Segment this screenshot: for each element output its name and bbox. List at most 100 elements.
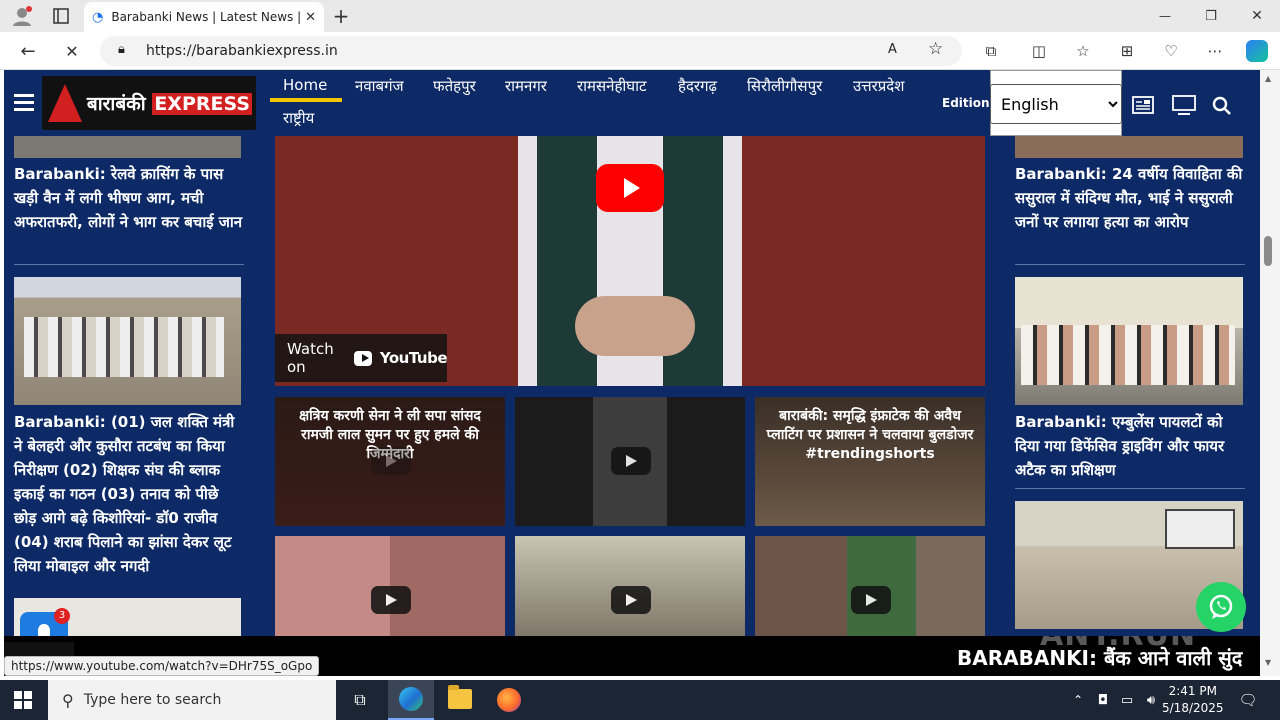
watch-on-youtube-link[interactable]: Watch on YouTube [275, 334, 448, 382]
system-clock[interactable]: 2:41 PM 5/18/2025 [1162, 683, 1224, 717]
scroll-down-arrow-icon[interactable]: ▼ [1265, 658, 1271, 667]
scrollbar-thumb[interactable] [1264, 236, 1272, 266]
youtube-play-button[interactable] [596, 164, 664, 212]
nav-ramsanehighat[interactable]: रामसनेहीघाट [577, 76, 647, 96]
notification-center-icon[interactable]: 🗨︎ [1238, 689, 1258, 711]
divider [1015, 488, 1245, 489]
right-news-title-2[interactable]: Barabanki: एम्बुलेंस पायलटों को दिया गया… [1015, 410, 1247, 482]
collections-icon[interactable]: ⊞ [1116, 40, 1138, 62]
logo-mark-icon [48, 84, 82, 122]
taskbar-search-box[interactable]: ⚲ Type here to search [48, 680, 336, 720]
nav-home[interactable]: Home [283, 76, 327, 94]
copilot-icon[interactable] [1246, 40, 1268, 62]
browser-tab-bar: ◔ Barabanki News | Latest News | Li ✕ + … [0, 0, 1280, 32]
left-news-title-2[interactable]: Barabanki: (01) जल शक्ति मंत्री ने बेलहर… [14, 410, 246, 578]
divider [1015, 264, 1245, 265]
nav-haidergarh[interactable]: हैदरगढ़ [678, 76, 717, 96]
search-icon[interactable] [1212, 96, 1232, 121]
site-header: बाराबंकी EXPRESS Home नवाबगंज फतेहपुर रा… [4, 70, 1260, 136]
tab-actions-icon[interactable] [50, 6, 72, 26]
edge-taskbar-icon[interactable] [388, 680, 434, 720]
right-news-title-1[interactable]: Barabanki: 24 वर्षीय विवाहिता की ससुराल … [1015, 162, 1247, 234]
network-icon[interactable]: ▭ [1118, 690, 1136, 710]
read-aloud-icon[interactable]: A [888, 42, 897, 57]
show-hidden-icons-chevron-icon[interactable]: ⌃ [1070, 690, 1086, 710]
tab-close-icon[interactable]: ✕ [305, 10, 316, 25]
hamburger-menu-icon[interactable] [14, 94, 34, 112]
settings-menu-icon[interactable]: ⋯ [1204, 40, 1226, 62]
browser-tab-active[interactable]: ◔ Barabanki News | Latest News | Li ✕ [84, 2, 324, 32]
favorite-star-icon[interactable]: ☆ [928, 39, 943, 59]
vertical-scrollbar[interactable]: ▲ ▼ [1260, 70, 1280, 676]
nav-active-indicator [270, 98, 342, 102]
site-logo[interactable]: बाराबंकी EXPRESS [42, 76, 256, 130]
close-window-button[interactable]: ✕ [1242, 6, 1272, 26]
minimize-button[interactable]: — [1150, 6, 1180, 26]
search-icon: ⚲ [62, 690, 74, 710]
windows-taskbar: ⚲ Type here to search ⧉ ⌃ ◘ ▭ 🔊︎ 2:41 PM… [0, 680, 1280, 720]
watermark-logo: ANY.RUN [1040, 636, 1196, 653]
play-icon [611, 447, 651, 475]
youtube-label: YouTube [379, 349, 448, 367]
status-bar-url: https://www.youtube.com/watch?v=DHr75S_o… [4, 656, 320, 676]
nav-nawabganj[interactable]: नवाबगंज [355, 76, 404, 96]
short-video-tile[interactable] [515, 397, 745, 526]
new-tab-button[interactable]: + [330, 4, 352, 28]
meet-now-icon[interactable]: ◘ [1094, 690, 1112, 710]
favorites-icon[interactable]: ☆ [1072, 40, 1094, 62]
firefox-icon[interactable] [497, 688, 521, 712]
clock-date: 5/18/2025 [1162, 701, 1224, 715]
short-video-tile[interactable] [755, 536, 985, 636]
nav-rashtriya[interactable]: राष्ट्रीय [283, 108, 314, 128]
restore-button[interactable]: ❐ [1196, 6, 1226, 26]
back-arrow-icon[interactable]: ← [16, 40, 40, 62]
scroll-up-arrow-icon[interactable]: ▲ [1265, 74, 1271, 83]
file-explorer-icon[interactable] [448, 685, 472, 709]
extensions-icon[interactable]: ⧉ [980, 40, 1002, 62]
nav-sirauligauspur[interactable]: सिरौलीगौसपुर [747, 76, 822, 96]
watch-on-label: Watch on [287, 340, 334, 376]
news-image-inspection[interactable] [14, 277, 241, 405]
short-video-tile[interactable]: बाराबंकी: समृद्धि इंफ्राटेक की अवैध प्ला… [755, 397, 985, 526]
tab-loading-icon: ◔ [92, 9, 104, 25]
stop-loading-icon[interactable]: ✕ [60, 40, 84, 62]
lock-icon: 🔒︎ [118, 42, 125, 57]
address-bar[interactable]: 🔒︎ https://barabankiexpress.in A ☆ [100, 36, 962, 66]
youtube-video-player[interactable]: Watch on YouTube [275, 136, 985, 386]
browser-toolbar: ← ✕ 🔒︎ https://barabankiexpress.in A ☆ ⧉… [0, 32, 1280, 70]
left-news-title-1[interactable]: Barabanki: रेलवे क्रासिंग के पास खड़ी वै… [14, 162, 246, 234]
task-view-icon[interactable]: ⧉ [346, 688, 374, 712]
logo-text-hindi: बाराबंकी [86, 93, 146, 115]
play-icon [851, 586, 891, 614]
play-icon [371, 447, 411, 475]
short-video-tile[interactable] [515, 536, 745, 636]
whatsapp-button[interactable] [1196, 582, 1246, 632]
edition-label: Edition [942, 96, 990, 110]
volume-icon[interactable]: 🔊︎ [1142, 690, 1160, 710]
taskbar-search-placeholder: Type here to search [83, 692, 222, 708]
tab-title: Barabanki News | Latest News | Li [111, 10, 306, 24]
split-screen-icon[interactable]: ◫ [1028, 40, 1050, 62]
news-image-ambulance-training[interactable] [1015, 277, 1243, 405]
url-text: https://barabankiexpress.in [146, 43, 338, 59]
divider [14, 264, 244, 265]
short-video-tile[interactable] [275, 536, 505, 636]
web-page: Barabanki: रेलवे क्रासिंग के पास खड़ी वै… [4, 70, 1260, 676]
tv-icon[interactable] [1172, 95, 1196, 120]
short-video-caption: बाराबंकी: समृद्धि इंफ्राटेक की अवैध प्ला… [766, 408, 974, 462]
short-video-tile[interactable]: क्षत्रिय करणी सेना ने ली सपा सांसद रामजी… [275, 397, 505, 526]
nav-ramnagar[interactable]: रामनगर [505, 76, 547, 96]
windows-start-icon[interactable] [14, 691, 32, 709]
profile-icon[interactable] [10, 4, 34, 28]
browser-essentials-icon[interactable]: ♡ [1160, 40, 1182, 62]
play-icon [371, 586, 411, 614]
play-icon [611, 586, 651, 614]
nav-fatehpur[interactable]: फतेहपुर [433, 76, 476, 96]
notification-count-badge: 3 [54, 608, 70, 624]
youtube-logo-icon [353, 350, 372, 366]
whatsapp-icon [1209, 594, 1233, 619]
epaper-icon[interactable] [1132, 96, 1154, 119]
logo-text-english: EXPRESS [152, 93, 252, 115]
language-select[interactable]: English [990, 84, 1122, 124]
nav-uttarpradesh[interactable]: उत्तरप्रदेश [853, 76, 904, 96]
